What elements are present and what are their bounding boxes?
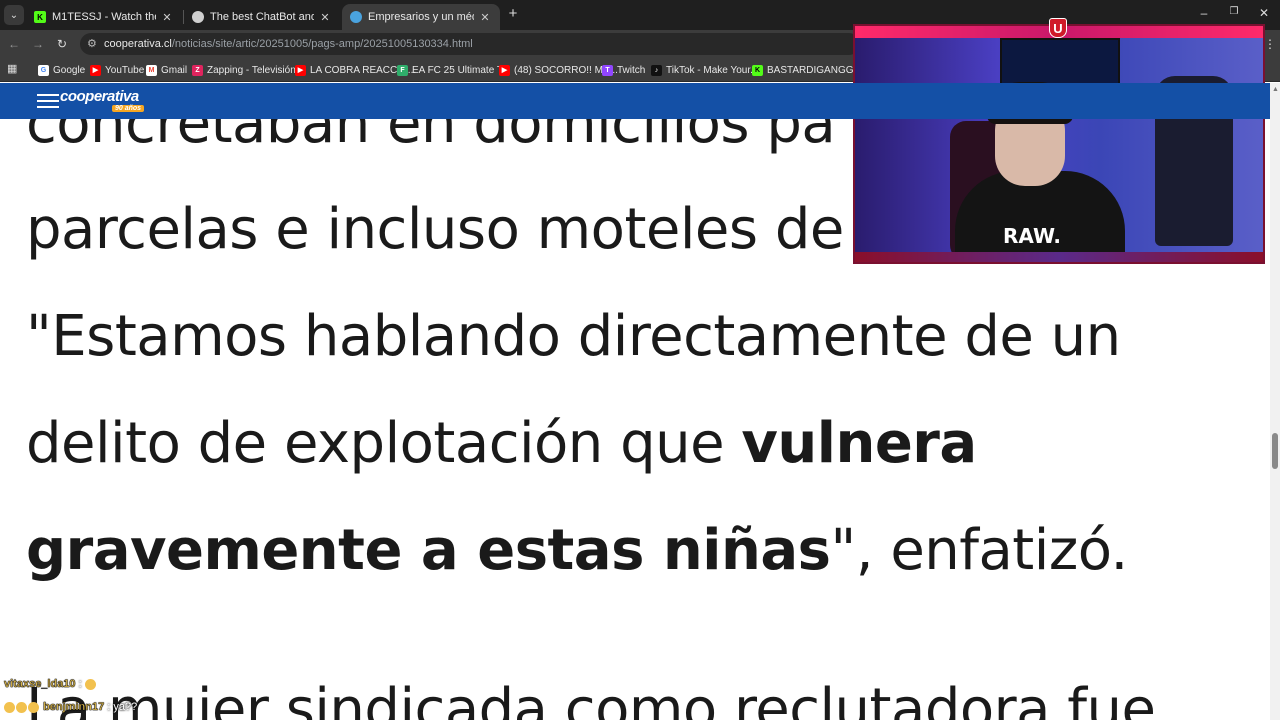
hamburger-menu-icon[interactable] xyxy=(37,94,59,110)
shield-icon xyxy=(192,11,204,23)
scroll-up-icon[interactable]: ▲ xyxy=(1272,86,1279,93)
cooperativa-logo[interactable]: cooperativa xyxy=(60,88,139,105)
logo-anniversary-badge: 90 años xyxy=(112,105,145,112)
bookmark-youtube[interactable]: ▶ YouTube xyxy=(90,63,144,77)
emote-icon xyxy=(84,678,96,690)
team-badge-icon: U xyxy=(1049,18,1067,38)
youtube-icon: ▶ xyxy=(90,64,101,76)
bookmark-ea-fc[interactable]: F EA FC 25 Ultimate T... xyxy=(397,63,510,77)
tab-title: The best ChatBot and Widgets xyxy=(210,11,314,23)
minimize-button[interactable]: – xyxy=(1196,6,1212,20)
new-tab-button[interactable]: + xyxy=(505,6,521,22)
quote-bold-text: gravemente a estas niñas xyxy=(26,518,831,583)
tab-chatbot[interactable]: The best ChatBot and Widgets ✕ xyxy=(184,4,340,30)
bookmark-gmail[interactable]: M Gmail xyxy=(146,63,187,77)
tab-cooperativa-article[interactable]: Empresarios y un médico entre ✕ xyxy=(342,4,500,30)
chat-text: ya?? xyxy=(113,701,138,713)
bookmark-zapping[interactable]: Z Zapping - Televisión... xyxy=(192,63,304,77)
badge-icon xyxy=(28,701,39,713)
twitch-icon: T xyxy=(602,64,613,76)
tab-search-button[interactable]: ⌄ xyxy=(4,5,24,25)
quote-bold-text: vulnera xyxy=(741,411,977,476)
webcam-frame-bottom xyxy=(855,252,1263,262)
url-path: /noticias/site/artic/20251005/pags-amp/2… xyxy=(171,38,473,50)
article-quote-line: "Estamos hablando directamente de un xyxy=(26,304,1121,369)
webcam-overlay: RAW. xyxy=(853,24,1265,264)
article-quote-line: delito de explotación que vulnera xyxy=(26,411,977,476)
tab-title: M1TESSJ - Watch the VOD on K xyxy=(52,11,156,23)
zapping-icon: Z xyxy=(192,64,203,76)
bookmark-label: Zapping - Televisión... xyxy=(207,64,305,76)
apps-grid-icon[interactable]: ▦ xyxy=(7,63,19,75)
article-line: parcelas e incluso moteles de xyxy=(26,197,844,262)
close-icon[interactable]: ✕ xyxy=(160,11,174,24)
bookmark-label: EA FC 25 Ultimate T... xyxy=(412,64,511,76)
site-info-icon[interactable]: ⚙ xyxy=(87,37,97,50)
badge-icon xyxy=(4,701,15,713)
close-window-button[interactable]: ✕ xyxy=(1256,6,1272,20)
shirt-print: RAW. xyxy=(1003,224,1062,248)
quote-text: delito de explotación que xyxy=(26,411,742,476)
gmail-icon: M xyxy=(146,64,157,76)
scrollbar-thumb[interactable] xyxy=(1272,433,1278,469)
chat-separator: : xyxy=(75,678,85,690)
kick-icon: K xyxy=(34,11,46,23)
article-line: La mujer sindicada como reclutadora fue xyxy=(26,677,1156,720)
chat-username: benjminn17 xyxy=(43,701,105,713)
google-icon: G xyxy=(38,64,49,76)
kick-icon: K xyxy=(752,64,763,76)
close-icon[interactable]: ✕ xyxy=(318,11,332,24)
forward-arrow-icon[interactable]: → xyxy=(30,36,46,52)
bookmark-tiktok[interactable]: ♪ TikTok - Make Your... xyxy=(651,63,758,77)
address-bar[interactable]: ⚙ cooperativa.cl/noticias/site/artic/202… xyxy=(80,33,860,55)
chat-username: vitaxse_lda10 xyxy=(4,678,76,690)
ea-fc-icon: F xyxy=(397,64,408,76)
tiktok-icon: ♪ xyxy=(651,64,662,76)
youtube-icon: ▶ xyxy=(499,64,510,76)
bookmark-socorro[interactable]: ▶ (48) SOCORRO!! ME... xyxy=(499,63,618,77)
bookmark-label: Google xyxy=(53,64,86,76)
chat-separator: : xyxy=(104,701,114,713)
bookmark-label: Twitch xyxy=(617,64,646,76)
back-arrow-icon[interactable]: ← xyxy=(6,36,22,52)
bookmark-label: TikTok - Make Your... xyxy=(666,64,759,76)
maximize-button[interactable]: ❐ xyxy=(1226,6,1242,17)
tab-title: Empresarios y un médico entre xyxy=(368,11,474,23)
badge-icon xyxy=(16,701,27,713)
page-scrollbar[interactable]: ▲ xyxy=(1270,83,1280,720)
bookmark-twitch[interactable]: T Twitch xyxy=(602,63,645,77)
close-icon[interactable]: ✕ xyxy=(478,11,492,24)
bookmark-google[interactable]: G Google xyxy=(38,63,85,77)
quote-text: ", enfatizó. xyxy=(830,518,1128,583)
youtube-icon: ▶ xyxy=(295,64,306,76)
globe-icon xyxy=(350,11,362,23)
url-text: cooperativa.cl/noticias/site/artic/20251… xyxy=(104,38,473,50)
bookmark-bastardigangg[interactable]: K BASTARDIGANGG |... xyxy=(752,63,867,77)
browser-window: ⌄ K M1TESSJ - Watch the VOD on K ✕ The b… xyxy=(0,0,1280,720)
bookmark-label: YouTube xyxy=(105,64,145,76)
site-header: cooperativa 90 años xyxy=(0,83,1270,119)
tab-kick-vod[interactable]: K M1TESSJ - Watch the VOD on K ✕ xyxy=(26,4,182,30)
chat-message: vitaxse_lda10 : xyxy=(4,678,97,690)
chat-message: benjminn17 : ya?? xyxy=(4,701,137,713)
article-quote-line: gravemente a estas niñas", enfatizó. xyxy=(26,518,1128,583)
bookmark-label: Gmail xyxy=(161,64,188,76)
url-domain: cooperativa.cl xyxy=(104,38,172,50)
reload-icon[interactable]: ↻ xyxy=(54,36,70,52)
